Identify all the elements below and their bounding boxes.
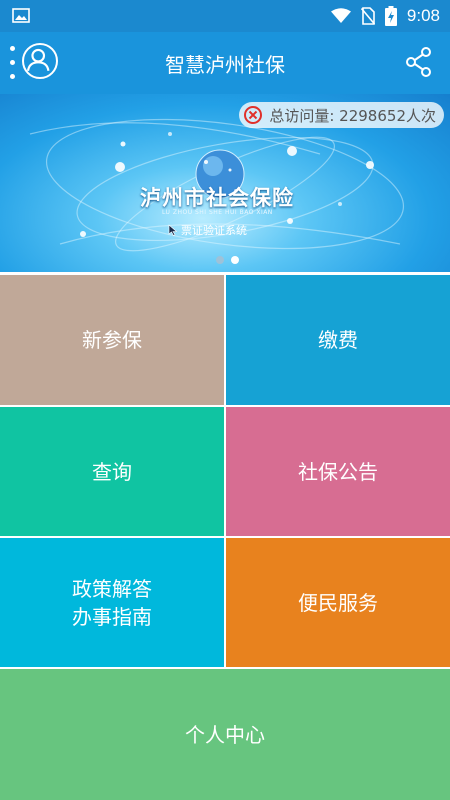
banner-subtitle: 票证验证系统 (168, 222, 247, 238)
tile-new-enrollment[interactable]: 新参保 (0, 275, 224, 405)
tile-label: 新参保 (82, 328, 142, 352)
tile-convenience-services[interactable]: 便民服务 (226, 538, 450, 667)
clock: 9:08 (406, 6, 440, 25)
battery-charging-icon (384, 6, 397, 26)
visit-counter-badge: 总访问量: 2298652人次 (239, 102, 444, 128)
tile-announcements[interactable]: 社保公告 (226, 407, 450, 536)
banner-pinyin: LU ZHOU SHI SHE HUI BAO XIAN (162, 209, 273, 216)
tile-label: 查询 (92, 459, 132, 484)
banner-subtitle-text: 票证验证系统 (181, 224, 247, 237)
carousel-dot-1[interactable] (216, 256, 224, 264)
carousel-dot-2[interactable] (231, 256, 239, 264)
banner-title: 泸州市社会保险 (140, 186, 294, 210)
close-circle-icon[interactable] (243, 105, 263, 125)
visit-counter-text: 总访问量: 2298652人次 (269, 106, 436, 125)
tile-label: 个人中心 (185, 722, 265, 747)
tile-payment[interactable]: 缴费 (226, 275, 450, 405)
tile-label: 便民服务 (298, 590, 378, 615)
tile-personal-center[interactable]: 个人中心 (0, 669, 450, 800)
carousel-indicator (216, 256, 246, 266)
tile-label: 社保公告 (298, 459, 378, 484)
page-title: 智慧泸州社保 (165, 53, 285, 77)
tile-label: 缴费 (318, 328, 358, 352)
wifi-icon (330, 8, 351, 23)
tile-query[interactable]: 查询 (0, 407, 224, 536)
no-sim-icon (360, 7, 375, 25)
share-icon[interactable] (404, 46, 434, 78)
tile-label: 政策解答 办事指南 (72, 576, 152, 629)
banner-carousel[interactable]: 总访问量: 2298652人次 泸州市社会保险 LU ZHOU SHI SHE … (0, 94, 450, 272)
tile-policy-guide[interactable]: 政策解答 办事指南 (0, 538, 224, 667)
image-icon (12, 8, 30, 23)
status-bar: 9:08 (0, 0, 450, 32)
cursor-icon (168, 224, 178, 236)
title-bar: 智慧泸州社保 (0, 32, 450, 94)
